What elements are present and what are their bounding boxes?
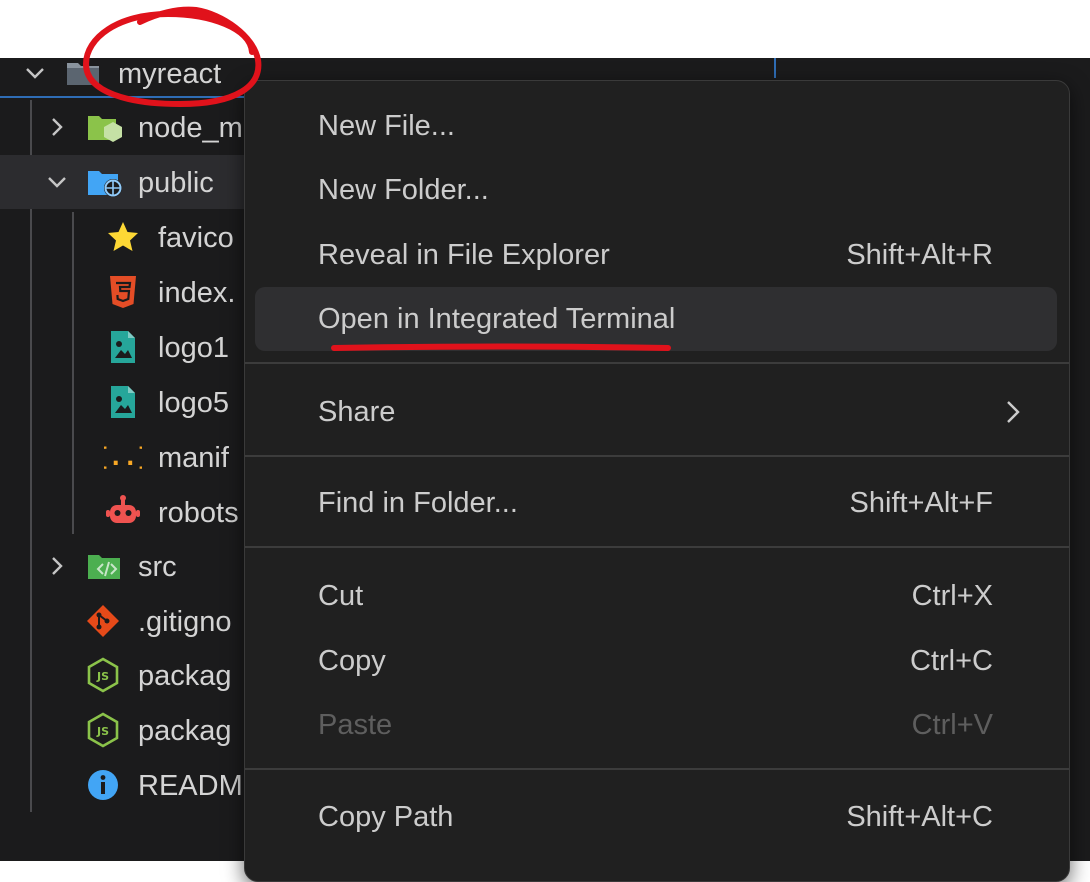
nodejs-icon: JS xyxy=(84,711,122,749)
chevron-right-icon[interactable] xyxy=(46,116,68,138)
public-folder-icon xyxy=(86,163,124,201)
item-label: index. xyxy=(158,277,236,309)
svg-text:JS: JS xyxy=(96,670,109,683)
item-label: favico xyxy=(158,222,234,254)
explorer-item-src[interactable]: src xyxy=(0,539,260,593)
menu-item-label: Paste xyxy=(318,709,393,741)
menu-separator xyxy=(245,546,1069,548)
menu-item-label: Share xyxy=(318,396,396,428)
item-label: logo1 xyxy=(158,332,229,364)
menu-item-label: Reveal in File Explorer xyxy=(318,239,610,271)
image-icon xyxy=(104,383,142,421)
menu-item-shortcut: Shift+Alt+F xyxy=(849,487,993,519)
menu-item-reveal-in-file-explorer[interactable]: Reveal in File Explorer Shift+Alt+R xyxy=(255,223,1057,287)
menu-item-shortcut: Shift+Alt+C xyxy=(846,801,993,833)
item-label: manif xyxy=(158,442,229,474)
explorer-item-node-modules[interactable]: node_m xyxy=(0,100,260,154)
explorer-item-package-lock[interactable]: JS packag xyxy=(0,703,260,757)
item-label: READM xyxy=(138,770,243,802)
explorer-item-logo192[interactable]: logo1 xyxy=(0,320,260,374)
chevron-down-icon[interactable] xyxy=(46,171,68,193)
robot-icon xyxy=(104,493,142,531)
item-label: .gitigno xyxy=(138,606,232,638)
image-icon xyxy=(104,328,142,366)
node-folder-icon xyxy=(86,108,124,146)
menu-item-shortcut: Shift+Alt+R xyxy=(846,239,993,271)
item-label: packag xyxy=(138,715,232,747)
item-label: src xyxy=(138,551,177,583)
menu-item-copy-path[interactable]: Copy Path Shift+Alt+C xyxy=(255,785,1057,849)
menu-item-label: Cut xyxy=(318,580,364,612)
menu-item-copy[interactable]: Copy Ctrl+C xyxy=(255,629,1057,693)
menu-item-new-folder[interactable]: New Folder... xyxy=(255,158,1057,222)
explorer-item-favicon[interactable]: favico xyxy=(0,210,260,264)
json-icon: {..} xyxy=(104,438,142,476)
menu-item-label: Copy Path xyxy=(318,801,454,833)
menu-separator xyxy=(245,455,1069,457)
menu-item-shortcut: Ctrl+V xyxy=(911,709,993,741)
explorer-item-logo512[interactable]: logo5 xyxy=(0,375,260,429)
item-label: logo5 xyxy=(158,387,229,419)
html-icon xyxy=(104,273,142,311)
explorer-root-folder[interactable]: myreact xyxy=(0,46,260,100)
chevron-right-icon[interactable] xyxy=(46,555,68,577)
menu-item-share[interactable]: Share xyxy=(255,380,1057,444)
chevron-down-icon[interactable] xyxy=(24,62,46,84)
nodejs-icon: JS xyxy=(84,656,122,694)
star-icon xyxy=(104,218,142,256)
svg-text:JS: JS xyxy=(96,725,109,738)
folder-icon xyxy=(64,54,102,92)
svg-text:{..}: {..} xyxy=(104,443,142,471)
menu-item-open-in-integrated-terminal[interactable]: Open in Integrated Terminal xyxy=(255,287,1057,351)
src-folder-icon xyxy=(86,547,124,585)
menu-item-label: Open in Integrated Terminal xyxy=(318,303,676,335)
editor-edge-line xyxy=(774,58,776,78)
explorer-item-robots[interactable]: robots xyxy=(0,485,260,539)
menu-separator xyxy=(245,768,1069,770)
git-icon xyxy=(84,602,122,640)
menu-item-shortcut: Ctrl+X xyxy=(911,580,993,612)
context-menu: New File... New Folder... Reveal in File… xyxy=(244,80,1070,882)
explorer-item-package-json[interactable]: JS packag xyxy=(0,648,260,702)
menu-item-label: Find in Folder... xyxy=(318,487,518,519)
explorer-item-readme[interactable]: READM xyxy=(0,758,260,812)
item-label: packag xyxy=(138,660,232,692)
menu-item-cut[interactable]: Cut Ctrl+X xyxy=(255,564,1057,628)
menu-item-new-file[interactable]: New File... xyxy=(255,94,1057,158)
menu-item-find-in-folder[interactable]: Find in Folder... Shift+Alt+F xyxy=(255,471,1057,535)
item-label: public xyxy=(138,167,214,199)
menu-item-label: New Folder... xyxy=(318,174,489,206)
root-folder-label: myreact xyxy=(118,58,222,90)
info-icon xyxy=(84,766,122,804)
menu-item-label: New File... xyxy=(318,110,455,142)
chevron-right-icon xyxy=(999,398,1027,426)
item-label: robots xyxy=(158,497,239,529)
menu-separator xyxy=(245,362,1069,364)
menu-item-label: Copy xyxy=(318,645,386,677)
menu-item-shortcut: Ctrl+C xyxy=(910,645,993,677)
explorer-item-public[interactable]: public xyxy=(0,155,260,209)
menu-item-paste: Paste Ctrl+V xyxy=(255,693,1057,757)
item-label: node_m xyxy=(138,112,243,144)
explorer-item-index[interactable]: index. xyxy=(0,265,260,319)
explorer-item-gitignore[interactable]: .gitigno xyxy=(0,594,260,648)
focus-underline xyxy=(0,96,260,98)
explorer-item-manifest[interactable]: {..} manif xyxy=(0,430,260,484)
